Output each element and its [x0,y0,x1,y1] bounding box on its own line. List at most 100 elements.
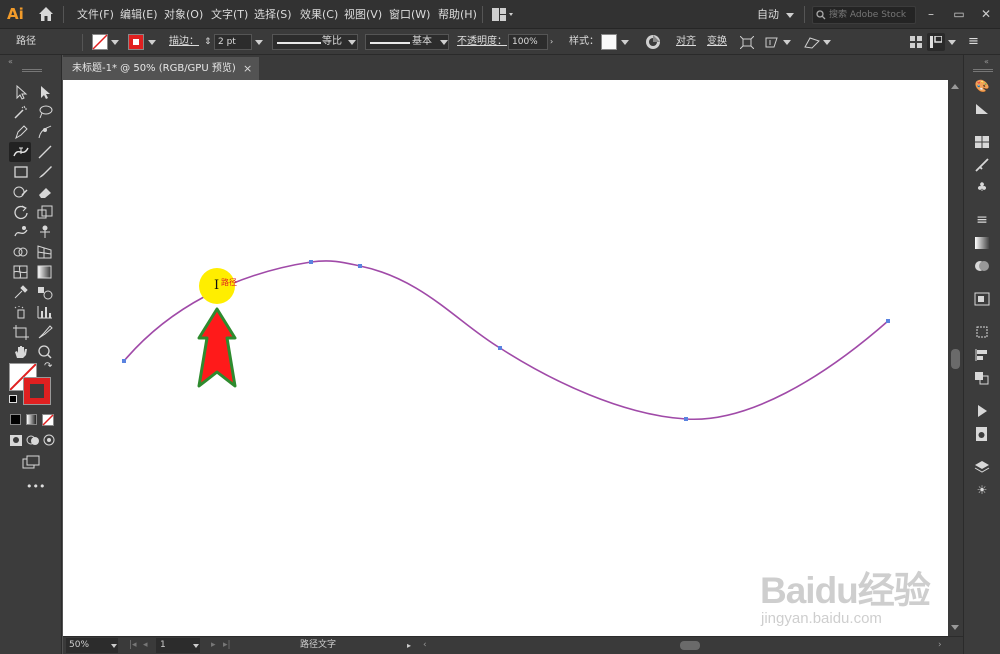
zoom-tool-icon[interactable] [36,344,54,360]
artboard-canvas[interactable]: I 路径 Baidu经验 jingyan.baidu.com [63,80,948,636]
rectangle-tool-icon[interactable] [12,164,30,180]
draw-inside-icon[interactable] [40,432,58,448]
screen-mode-icon[interactable] [22,454,40,470]
chevron-down-icon[interactable] [823,40,831,45]
eraser-tool-icon[interactable] [36,184,54,200]
shape-builder-tool-icon[interactable] [12,244,30,260]
selection-tool-icon[interactable] [12,84,30,100]
minimize-icon[interactable]: – [917,0,945,29]
stroke-color-swatch[interactable] [128,34,144,50]
grip-icon[interactable] [22,69,42,72]
puppet-warp-icon[interactable] [804,36,820,49]
chevron-down-icon[interactable] [111,40,119,45]
actions-icon[interactable] [974,404,990,418]
stroke-label[interactable]: 描边： [169,29,199,55]
chevron-down-icon[interactable] [348,40,356,45]
panel-menu-icon[interactable]: ≡ [968,29,979,55]
line-segment-tool-icon[interactable] [36,144,54,160]
color-guide-icon[interactable] [974,102,990,116]
chevron-down-icon[interactable] [948,40,956,45]
workspace-switcher[interactable]: 自动 [757,0,779,29]
chevron-down-icon[interactable] [783,40,791,45]
arrange-panels-icon[interactable] [910,36,922,48]
direct-selection-tool-icon[interactable] [36,84,54,100]
arrange-documents-icon[interactable] [492,8,514,21]
chevron-down-icon[interactable] [440,40,448,45]
magic-wand-tool-icon[interactable] [12,104,30,120]
gradient-panel-icon[interactable] [974,236,990,250]
mesh-tool-icon[interactable] [12,264,30,280]
scroll-right-icon[interactable]: › [938,637,942,654]
stroke-weight-field[interactable]: 2 pt [214,34,252,50]
menu-help[interactable]: 帮助(H) [438,0,477,29]
vertical-scroll-thumb[interactable] [951,349,960,369]
menu-type[interactable]: 文字(T) [211,0,248,29]
search-stock-input[interactable]: 搜索 Adobe Stock [812,6,916,24]
menu-effect[interactable]: 效果(C) [300,0,338,29]
collapse-icon[interactable]: « [8,57,13,66]
fill-none-swatch[interactable] [92,34,108,50]
envelope-distort-icon[interactable] [765,36,781,49]
pathfinder-icon[interactable] [974,371,990,385]
edit-toolbar-icon[interactable]: ••• [26,480,45,493]
hand-tool-icon[interactable] [12,344,30,360]
default-colors-icon[interactable] [9,395,17,403]
eyedropper-tool-icon[interactable] [12,284,30,300]
curve-path[interactable] [123,260,889,420]
home-icon[interactable] [37,5,55,23]
horizontal-scroll-thumb[interactable] [680,641,700,650]
maximize-icon[interactable]: ▭ [945,0,973,29]
perspective-grid-tool-icon[interactable] [36,244,54,260]
chevron-right-icon[interactable]: › [550,29,553,55]
graphic-style-swatch[interactable] [601,34,617,50]
last-artboard-icon[interactable]: ▸| [223,637,231,654]
scale-tool-icon[interactable] [36,204,54,220]
scroll-up-icon[interactable] [951,84,959,89]
recolor-artwork-icon[interactable] [645,34,661,50]
anchor-point[interactable] [886,319,890,323]
artboard-tool-icon[interactable] [12,324,30,340]
anchor-point[interactable] [309,260,313,264]
anchor-point[interactable] [498,346,502,350]
chevron-down-icon[interactable] [255,40,263,45]
menu-edit[interactable]: 编辑(E) [120,0,158,29]
layers-icon[interactable] [974,460,990,474]
lasso-tool-icon[interactable] [36,104,54,120]
chevron-down-icon[interactable] [111,644,117,648]
tab-close-icon[interactable]: × [243,57,252,80]
pen-tool-icon[interactable] [12,124,30,140]
chevron-down-icon[interactable] [148,40,156,45]
anchor-point[interactable] [684,417,688,421]
transform-label[interactable]: 变换 [707,29,727,55]
transform-panel-icon[interactable] [974,325,990,339]
puppet-warp-tool-icon[interactable] [36,224,54,240]
scroll-left-icon[interactable]: ‹ [423,637,427,654]
stroke-stepper-icon[interactable]: ⇕ [204,29,212,55]
grip-icon[interactable] [973,69,993,72]
expand-panels-icon[interactable]: « [984,57,989,66]
chevron-down-icon[interactable] [786,13,794,18]
rotate-tool-icon[interactable] [12,204,30,220]
links-icon[interactable] [974,427,990,441]
next-artboard-icon[interactable]: ▸ [211,637,216,654]
stroke-panel-icon[interactable]: ≡ [974,213,990,227]
symbol-sprayer-tool-icon[interactable] [12,304,30,320]
brushes-icon[interactable] [974,158,990,172]
gradient-mode-icon[interactable] [26,414,37,425]
anchor-point[interactable] [358,264,362,268]
swap-fill-stroke-icon[interactable]: ↷ [44,361,52,372]
document-tab[interactable]: 未标题-1* @ 50% (RGB/GPU 预览) [63,57,259,80]
none-mode-icon[interactable] [42,414,54,426]
gradient-tool-icon[interactable] [36,264,54,280]
chevron-down-icon[interactable] [621,40,629,45]
anchor-point[interactable] [122,359,126,363]
menu-object[interactable]: 对象(O) [164,0,203,29]
color-mode-icon[interactable] [10,414,21,425]
artboards-panel-icon[interactable]: ☀ [974,483,990,497]
menu-select[interactable]: 选择(S) [254,0,292,29]
curvature-tool-icon[interactable] [36,124,54,140]
slice-tool-icon[interactable] [36,324,54,340]
current-tool-status[interactable]: 路径文字 [300,637,336,654]
swatches-icon[interactable] [974,135,990,149]
shaper-tool-icon[interactable] [12,184,30,200]
